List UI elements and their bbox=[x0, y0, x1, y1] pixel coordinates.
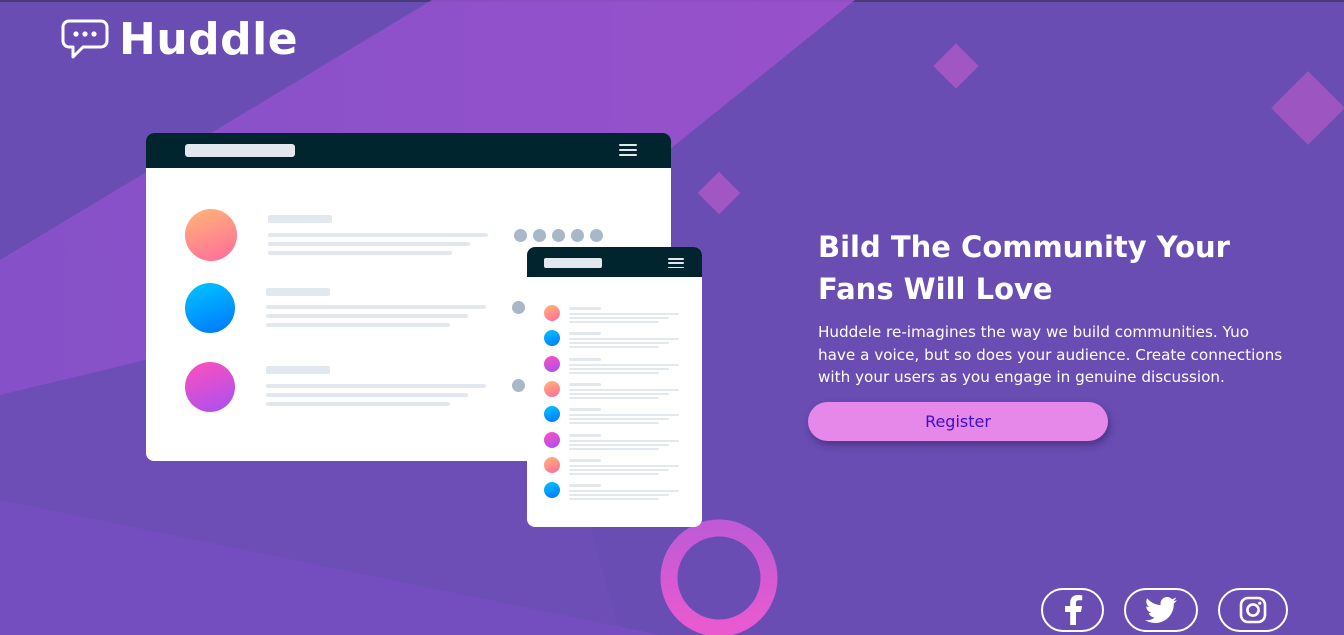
mobile-text-line bbox=[569, 388, 679, 391]
avatar-blue bbox=[185, 283, 235, 333]
hero-headline: Bild The Community Your Fans Will Love bbox=[818, 230, 1230, 306]
logo[interactable]: Huddle bbox=[61, 18, 298, 62]
hero-description: Huddele re-imagines the way we build com… bbox=[818, 323, 1283, 386]
mobile-avatar bbox=[544, 330, 560, 347]
mobile-text-line bbox=[569, 458, 601, 462]
mobile-text-line bbox=[569, 439, 679, 442]
mobile-text-line bbox=[569, 447, 659, 450]
mobile-text-line bbox=[569, 342, 669, 345]
logo-text: Huddle bbox=[119, 14, 299, 65]
dot bbox=[512, 379, 525, 392]
hamburger-icon bbox=[619, 144, 637, 156]
mobile-text-line bbox=[569, 332, 601, 336]
hamburger-icon bbox=[668, 258, 684, 268]
dot bbox=[590, 229, 603, 242]
mobile-text-line bbox=[569, 396, 659, 399]
mobile-avatar bbox=[544, 355, 560, 372]
avatar-pink bbox=[185, 362, 235, 412]
chat-bubble-icon bbox=[61, 19, 109, 59]
facebook-button[interactable] bbox=[1041, 588, 1104, 632]
mockup-title-bar bbox=[185, 144, 295, 157]
mobile-text-line bbox=[569, 338, 679, 341]
mobile-text-line bbox=[569, 313, 679, 315]
mobile-text-line bbox=[569, 317, 669, 319]
mobile-avatar bbox=[544, 305, 560, 321]
mobile-text-line bbox=[569, 443, 669, 446]
mobile-text-line bbox=[569, 418, 669, 421]
mobile-text-line bbox=[569, 321, 659, 323]
mobile-text-line bbox=[569, 484, 601, 488]
avatar-orange bbox=[185, 209, 237, 261]
mobile-avatar bbox=[544, 482, 560, 499]
mobile-avatar bbox=[544, 431, 560, 448]
mobile-text-line bbox=[569, 464, 679, 467]
mobile-text-line bbox=[569, 367, 669, 370]
dot bbox=[514, 229, 527, 242]
mobile-text-line bbox=[569, 498, 659, 501]
dot bbox=[512, 301, 525, 314]
twitter-icon bbox=[1145, 597, 1177, 623]
mobile-text-line bbox=[569, 414, 679, 417]
mobile-mockup bbox=[527, 247, 702, 527]
mobile-text-line bbox=[569, 422, 659, 425]
mobile-mockup-header bbox=[527, 247, 702, 277]
mobile-text-line bbox=[569, 408, 601, 412]
mockup-title-bar bbox=[544, 258, 602, 268]
mobile-text-line bbox=[569, 433, 601, 437]
diamond-decoration bbox=[1271, 71, 1344, 145]
diamond-decoration bbox=[933, 43, 979, 89]
mobile-text-line bbox=[569, 490, 679, 493]
mobile-text-line bbox=[569, 371, 659, 374]
instagram-icon bbox=[1239, 596, 1267, 624]
dot bbox=[533, 229, 546, 242]
mobile-avatar bbox=[544, 456, 560, 473]
facebook-icon bbox=[1064, 595, 1082, 625]
instagram-button[interactable] bbox=[1218, 588, 1288, 632]
twitter-button[interactable] bbox=[1124, 588, 1198, 632]
mobile-avatar bbox=[544, 406, 560, 423]
mobile-text-line bbox=[569, 363, 679, 366]
dot bbox=[571, 229, 584, 242]
mobile-text-line bbox=[569, 472, 659, 475]
dot bbox=[552, 229, 565, 242]
mobile-text-line bbox=[569, 392, 669, 395]
mobile-text-line bbox=[569, 382, 601, 386]
mobile-text-line bbox=[569, 357, 601, 361]
mobile-text-line bbox=[569, 307, 601, 310]
register-button[interactable]: Register bbox=[808, 402, 1108, 441]
mockup-header bbox=[146, 133, 671, 168]
mobile-avatar bbox=[544, 380, 560, 397]
mobile-text-line bbox=[569, 494, 669, 497]
diamond-decoration bbox=[697, 171, 741, 215]
mobile-text-line bbox=[569, 468, 669, 471]
ring-decoration bbox=[660, 519, 778, 635]
mobile-text-line bbox=[569, 346, 659, 349]
